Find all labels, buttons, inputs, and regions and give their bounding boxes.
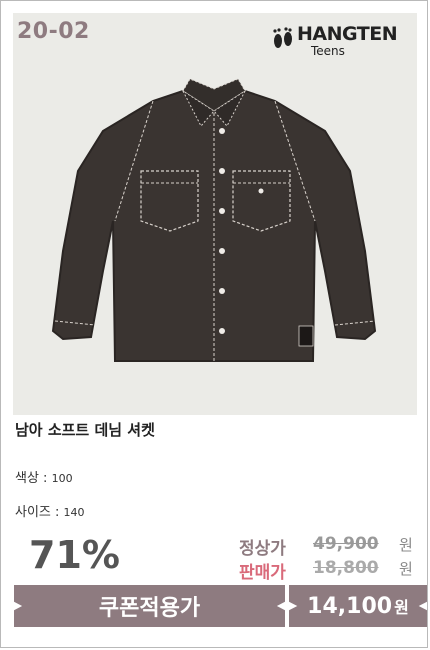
product-image[interactable]: 20-02 HANGTEN Teens xyxy=(13,13,417,415)
product-code: 20-02 xyxy=(17,19,90,44)
brand-logo: HANGTEN Teens xyxy=(267,21,407,61)
coupon-price: 14,100 xyxy=(307,593,393,619)
denim-shirt-illustration xyxy=(51,78,377,362)
regular-currency: 원 xyxy=(399,536,413,554)
sale-price: 18,800 xyxy=(313,558,379,578)
coupon-currency: 원 xyxy=(394,598,409,617)
coupon-label: 쿠폰적용가 xyxy=(98,596,201,621)
sale-price-label: 판매가 xyxy=(239,563,286,583)
regular-price: 49,900 xyxy=(313,534,379,554)
sale-price-row: 판매가 18,800 원 xyxy=(239,558,413,583)
sale-currency: 원 xyxy=(399,560,413,578)
color-label: 색상 : xyxy=(15,471,52,486)
product-title[interactable]: 남아 소프트 데님 셔켓 xyxy=(15,419,155,440)
footprint-icon xyxy=(273,27,292,48)
color-value: 100 xyxy=(51,472,73,485)
coupon-price-box[interactable]: 14,100 원 xyxy=(289,585,427,627)
size-label: 사이즈 : xyxy=(15,505,64,520)
coupon-price-button[interactable]: 쿠폰적용가 xyxy=(14,585,285,627)
size-option: 사이즈 : 140 xyxy=(15,501,85,520)
regular-price-row: 정상가 49,900 원 xyxy=(239,534,413,559)
discount-rate: 71% xyxy=(29,533,120,577)
brand-name: HANGTEN xyxy=(297,23,398,45)
brand-subtitle: Teens xyxy=(311,44,345,58)
regular-price-label: 정상가 xyxy=(239,539,286,559)
color-option: 색상 : 100 xyxy=(15,467,73,486)
product-card: 20-02 HANGTEN Teens 남아 소프트 데님 셔켓 색상: 10… xyxy=(0,0,428,648)
size-value: 140 xyxy=(63,506,85,519)
